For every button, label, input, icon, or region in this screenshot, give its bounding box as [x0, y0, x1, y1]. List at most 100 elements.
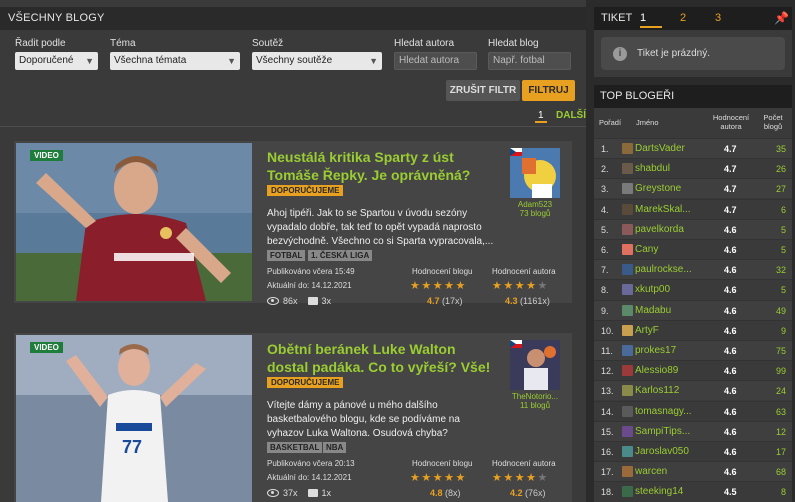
avatar[interactable]: [622, 405, 633, 417]
avatar[interactable]: [622, 365, 633, 377]
table-row[interactable]: 8. xkutp00 4.6 5: [594, 279, 792, 300]
author-avatar[interactable]: [510, 340, 560, 390]
filter-button[interactable]: FILTRUJ: [522, 80, 575, 101]
tag[interactable]: NBA: [323, 442, 347, 453]
blog-title[interactable]: Obětní beránek Luke Walton dostal padáka…: [267, 340, 499, 376]
author-blog-count: 73 blogů: [519, 209, 551, 218]
row-name[interactable]: paulrockse...: [635, 264, 710, 275]
row-name[interactable]: prokes17: [635, 345, 710, 356]
row-name[interactable]: Karlos112: [635, 385, 710, 396]
table-row[interactable]: 10. ArtyF 4.6 9: [594, 319, 792, 340]
table-row[interactable]: 15. SampiTips... 4.6 12: [594, 420, 792, 441]
table-row[interactable]: 11. prokes17 4.6 75: [594, 340, 792, 360]
row-name[interactable]: shabdul: [635, 163, 710, 174]
blog-card[interactable]: VIDEO Neustálá kritika Sparty z úst Tomá…: [14, 141, 572, 306]
author-name[interactable]: TheNotorio...: [510, 392, 560, 401]
row-score: 4.5: [724, 487, 737, 498]
table-row[interactable]: 9. Madabu 4.6 49: [594, 299, 792, 320]
row-name[interactable]: Madabu: [635, 305, 710, 316]
tag[interactable]: FOTBAL: [267, 250, 306, 261]
row-score: 4.7: [724, 184, 737, 195]
row-name[interactable]: xkutp00: [635, 284, 710, 295]
blog-search-input[interactable]: Např. fotbal: [488, 52, 571, 70]
table-row[interactable]: 3. Greystone 4.7 27: [594, 178, 792, 199]
avatar[interactable]: [622, 425, 633, 437]
avatar[interactable]: [622, 203, 633, 215]
tiket-tab-2[interactable]: 2: [680, 7, 686, 30]
blog-rating-stars: ★★★★★: [410, 280, 467, 292]
blog-card[interactable]: 77 VIDEO Obětní beránek Luke Walton dost…: [14, 333, 572, 502]
row-name[interactable]: SampiTips...: [635, 426, 710, 437]
pin-icon[interactable]: 📌: [774, 7, 789, 30]
row-name[interactable]: tomasnagy...: [635, 406, 710, 417]
chevron-down-icon: ▼: [85, 56, 94, 66]
flag-icon: [510, 340, 522, 348]
avatar[interactable]: [622, 486, 633, 498]
table-row[interactable]: 18. steeking14 4.5 8: [594, 481, 792, 502]
row-rank: 7.: [601, 265, 609, 276]
avatar[interactable]: [622, 183, 633, 195]
table-row[interactable]: 14. tomasnagy... 4.6 63: [594, 400, 792, 421]
reset-filter-button[interactable]: ZRUŠIT FILTR: [446, 80, 520, 101]
page-current[interactable]: 1: [535, 110, 547, 123]
avatar[interactable]: [622, 466, 633, 478]
author-name[interactable]: Adam523: [510, 200, 560, 209]
views-count: 86x: [283, 296, 298, 306]
row-name[interactable]: steeking14: [635, 486, 710, 497]
row-count: 24: [775, 386, 786, 397]
blog-rating-value: 4.7 (17x): [427, 296, 463, 306]
topic-select[interactable]: Všechna témata ▼: [110, 52, 240, 70]
author-box[interactable]: TheNotorio... 11 blogů: [510, 340, 560, 410]
author-blog-count: 11 blogů: [519, 401, 551, 410]
row-name[interactable]: Alessio89: [635, 365, 710, 376]
table-row[interactable]: 7. paulrockse... 4.6 32: [594, 259, 792, 280]
row-rank: 4.: [601, 204, 609, 215]
table-row[interactable]: 13. Karlos112 4.6 24: [594, 380, 792, 401]
avatar[interactable]: [622, 223, 633, 235]
row-count: 35: [775, 144, 786, 154]
tag[interactable]: BASKETBAL: [267, 442, 323, 453]
page-next-link[interactable]: DALŠÍ: [556, 110, 586, 121]
avatar[interactable]: [622, 446, 633, 457]
author-box[interactable]: Adam523 73 blogů: [510, 148, 560, 218]
author-search-label: Hledat autora: [394, 38, 455, 49]
avatar[interactable]: [622, 163, 633, 175]
avatar[interactable]: [622, 324, 633, 336]
avatar[interactable]: [622, 143, 633, 154]
row-name[interactable]: ArtyF: [635, 325, 710, 336]
tiket-tab-1[interactable]: 1: [640, 7, 662, 28]
author-search-input[interactable]: Hledat autora: [394, 52, 477, 70]
tag[interactable]: 1. ČESKÁ LIGA: [308, 250, 373, 261]
author-avatar[interactable]: [510, 148, 560, 198]
table-row[interactable]: 4. MarekSkal... 4.7 6: [594, 198, 792, 219]
table-row[interactable]: 12. Alessio89 4.6 99: [594, 360, 792, 381]
avatar[interactable]: [622, 244, 633, 255]
avatar[interactable]: [622, 304, 633, 316]
row-name[interactable]: DartsVader: [635, 143, 710, 154]
table-row[interactable]: 2. shabdul 4.7 26: [594, 158, 792, 179]
blog-image[interactable]: 77 VIDEO: [16, 335, 252, 502]
row-score: 4.6: [724, 467, 737, 478]
row-name[interactable]: Jaroslav050: [635, 446, 710, 457]
tiket-tab-3[interactable]: 3: [715, 7, 721, 30]
table-row[interactable]: 5. pavelkorda 4.6 5: [594, 218, 792, 239]
table-row[interactable]: 6. Cany 4.6 5: [594, 239, 792, 259]
table-row[interactable]: 1. DartsVader 4.7 35: [594, 138, 792, 158]
avatar[interactable]: [622, 345, 633, 356]
row-score: 4.7: [724, 204, 737, 215]
row-name[interactable]: warcen: [635, 466, 710, 477]
row-name[interactable]: MarekSkal...: [635, 204, 710, 215]
contest-select[interactable]: Všechny soutěže ▼: [252, 52, 382, 70]
table-row[interactable]: 16. Jaroslav050 4.6 17: [594, 441, 792, 461]
row-name[interactable]: pavelkorda: [635, 224, 710, 235]
table-row[interactable]: 17. warcen 4.6 68: [594, 461, 792, 482]
row-name[interactable]: Cany: [635, 244, 710, 255]
row-name[interactable]: Greystone: [635, 183, 710, 194]
avatar[interactable]: [622, 264, 633, 276]
blog-title[interactable]: Neustálá kritika Sparty z úst Tomáše Řep…: [267, 148, 499, 184]
avatar[interactable]: [622, 385, 633, 397]
sort-select[interactable]: Doporučené ▼: [15, 52, 98, 70]
blog-image[interactable]: VIDEO: [16, 143, 252, 301]
valid-until: Aktuální do: 14.12.2021: [267, 281, 352, 290]
avatar[interactable]: [622, 284, 633, 296]
